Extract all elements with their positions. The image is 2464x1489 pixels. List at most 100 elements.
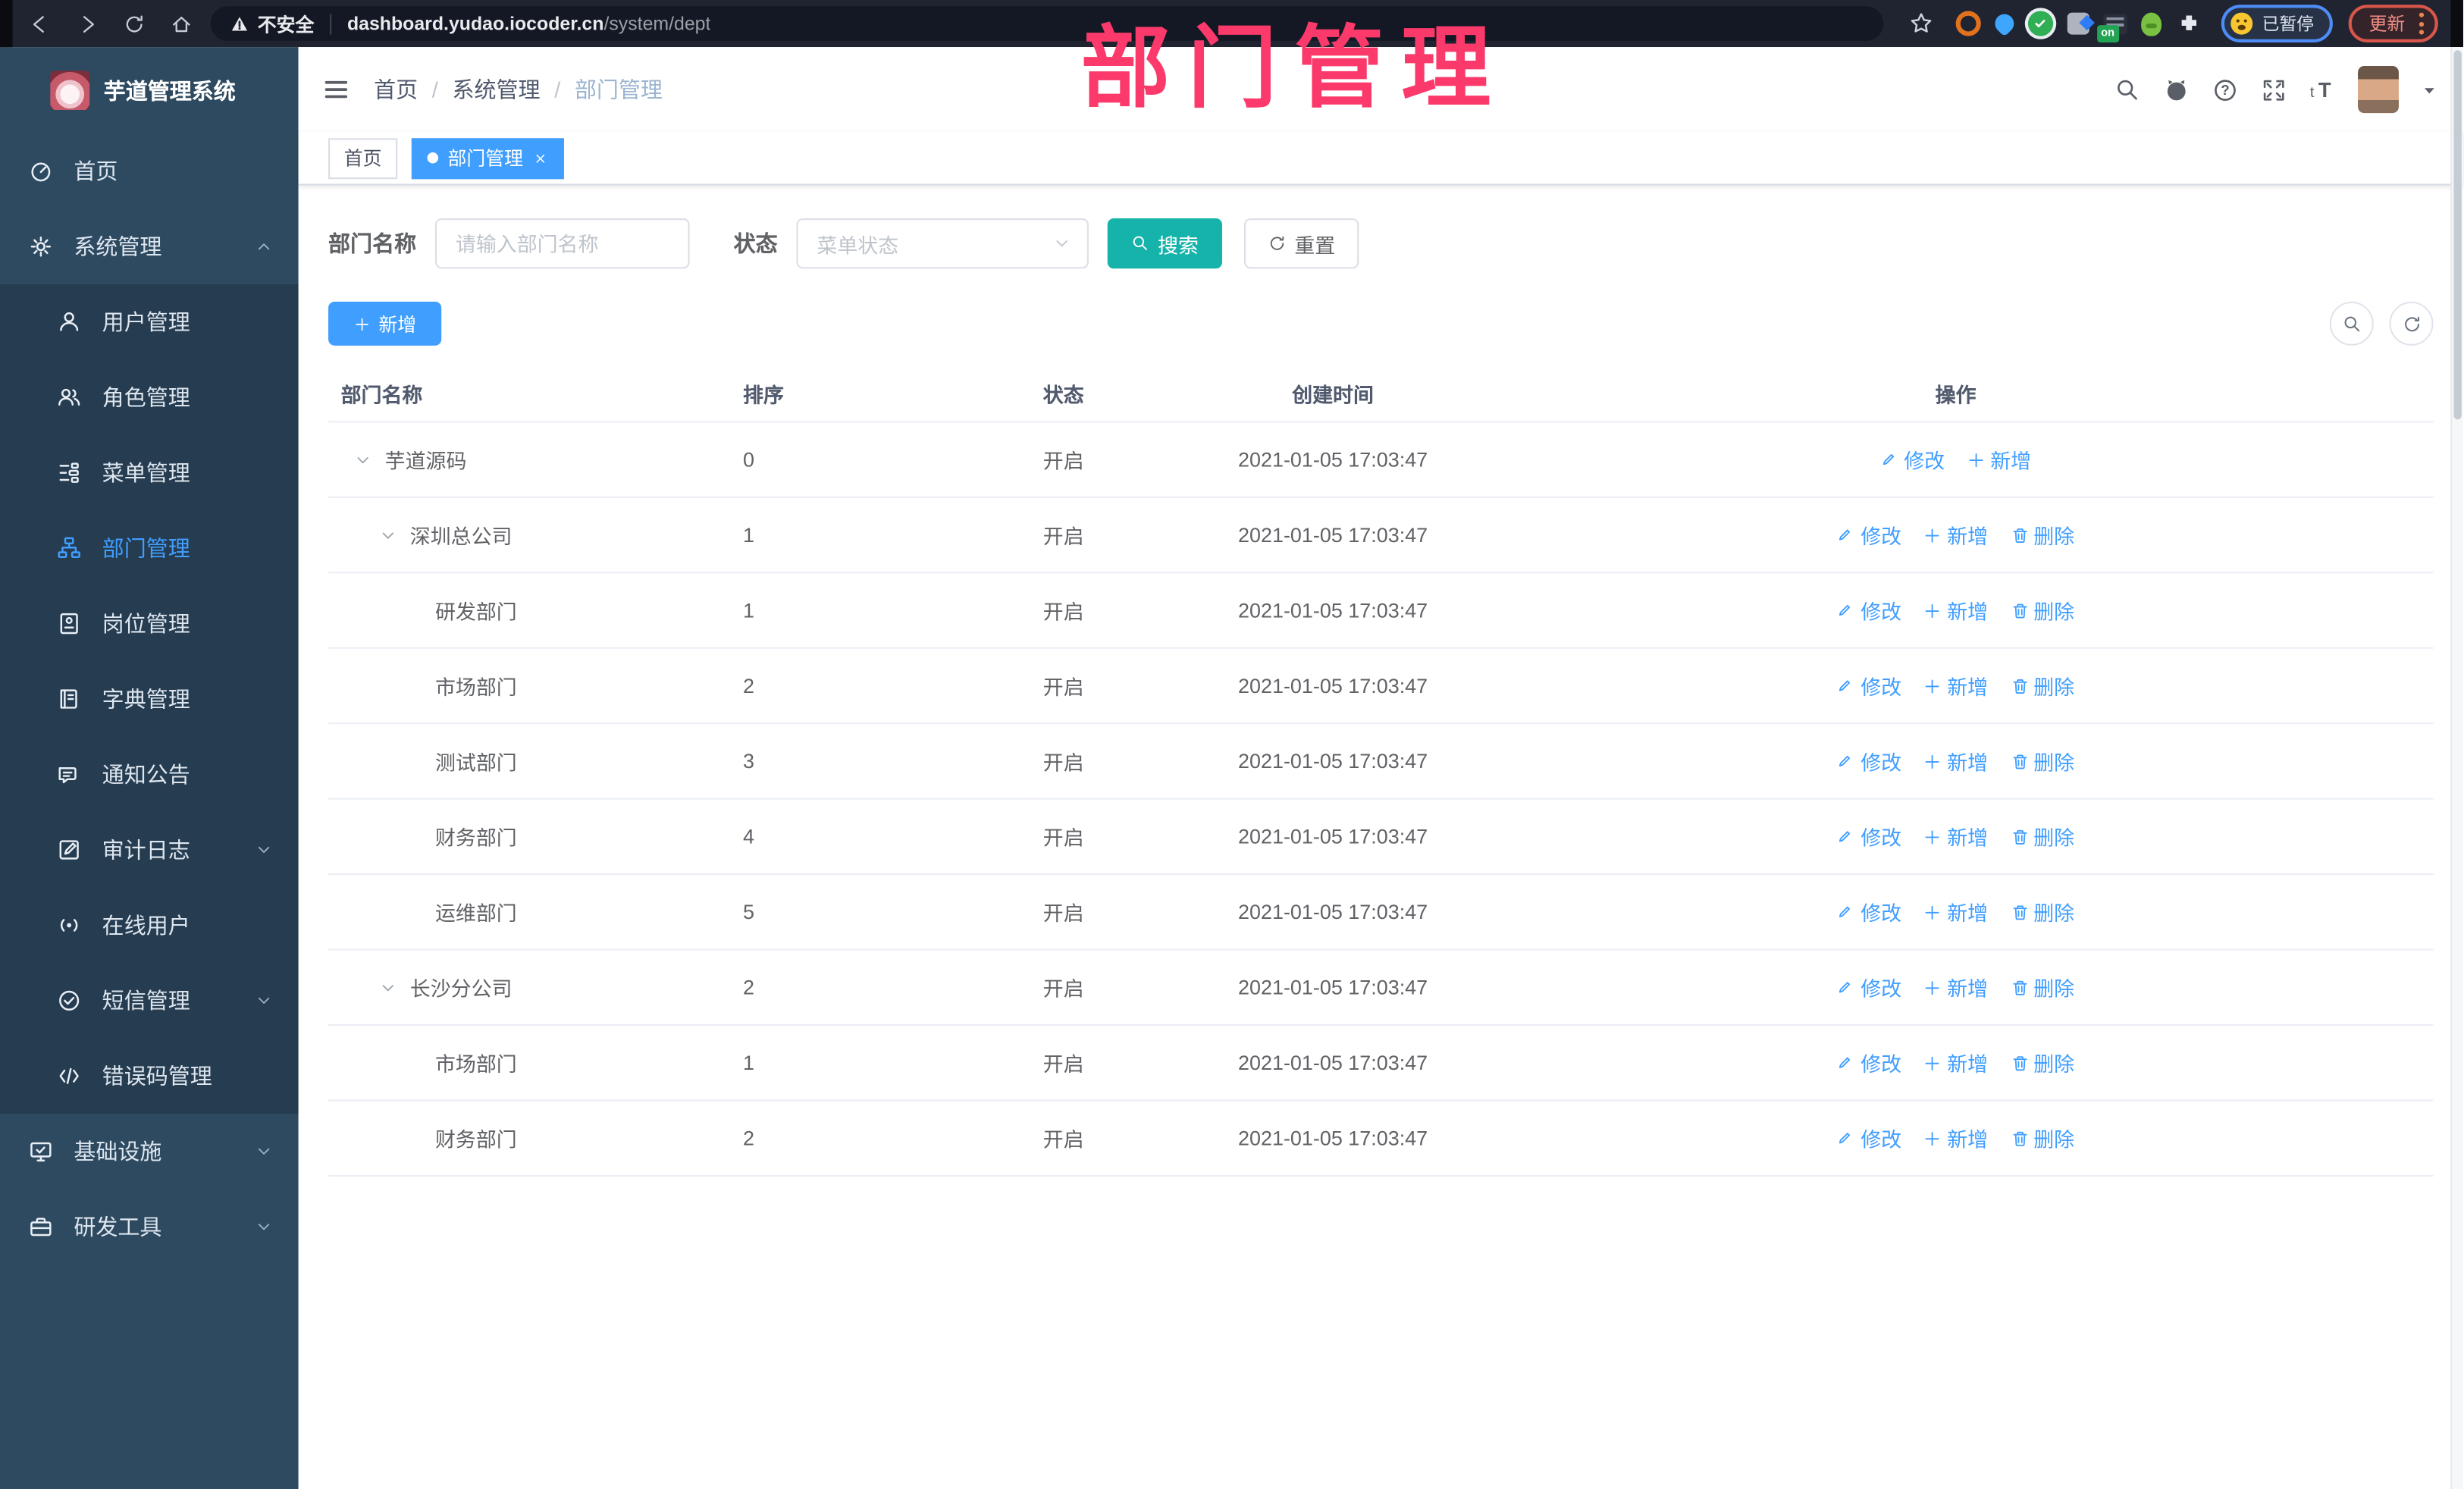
delete-action-link[interactable]: 删除: [2010, 822, 2074, 851]
sidebar-item-audit[interactable]: 审计日志: [0, 812, 299, 887]
kebab-menu-icon[interactable]: [2418, 12, 2424, 35]
delete-action-link[interactable]: 删除: [2010, 1123, 2074, 1152]
sidebar-item-post[interactable]: 岗位管理: [0, 586, 299, 661]
expand-chevron-icon[interactable]: [378, 524, 405, 546]
browser-extension-icon[interactable]: [1991, 10, 2018, 37]
browser-update-button[interactable]: 更新: [2348, 5, 2438, 42]
add-action-link[interactable]: 新增: [1923, 671, 1988, 701]
page-scrollbar[interactable]: [2450, 47, 2463, 1489]
add-action-link[interactable]: 新增: [1923, 1048, 1988, 1077]
refresh-table-button[interactable]: [2389, 301, 2434, 346]
sidebar-item-sms[interactable]: 短信管理: [0, 963, 299, 1038]
add-action-link[interactable]: 新增: [1923, 595, 1988, 625]
delete-action-link[interactable]: 删除: [2010, 897, 2074, 926]
delete-action-link[interactable]: 删除: [2010, 520, 2074, 550]
edit-action-link[interactable]: 修改: [1837, 1048, 1901, 1077]
edit-action-link[interactable]: 修改: [1837, 1123, 1901, 1152]
edit-action-link[interactable]: 修改: [1880, 444, 1945, 474]
home-icon[interactable]: [167, 9, 195, 37]
reset-button[interactable]: 重置: [1244, 218, 1359, 269]
sidebar-item-devtool[interactable]: 研发工具: [0, 1190, 299, 1265]
edit-action-link[interactable]: 修改: [1837, 897, 1901, 926]
edit-action-link[interactable]: 修改: [1837, 746, 1901, 776]
status-select[interactable]: 菜单状态: [796, 218, 1089, 269]
tab-部门管理[interactable]: 部门管理: [411, 137, 564, 179]
delete-action-link[interactable]: 删除: [2010, 746, 2074, 776]
app-logo: [50, 71, 90, 111]
sidebar-item-errcode[interactable]: 错误码管理: [0, 1039, 299, 1114]
delete-action-link[interactable]: 删除: [2010, 671, 2074, 701]
edit-action-link[interactable]: 修改: [1837, 671, 1901, 701]
dept-name-input[interactable]: [434, 218, 690, 269]
edit-action-link[interactable]: 修改: [1837, 973, 1901, 1002]
breadcrumb-item[interactable]: 首页: [374, 74, 418, 105]
security-warning[interactable]: 不安全: [230, 10, 314, 36]
sidebar-item-dept[interactable]: 部门管理: [0, 510, 299, 585]
browser-extension-icon[interactable]: [2176, 10, 2202, 36]
app-logo-row[interactable]: 芋道管理系统: [0, 47, 299, 133]
browser-extension-icon[interactable]: on: [2097, 13, 2127, 42]
add-action-link[interactable]: 新增: [1923, 1123, 1988, 1152]
add-action-link[interactable]: 新增: [1923, 746, 1988, 776]
bookmark-star-icon[interactable]: [1908, 11, 1933, 36]
edit-action-link[interactable]: 修改: [1837, 520, 1901, 550]
expand-chevron-icon[interactable]: [378, 976, 405, 998]
tab-首页[interactable]: 首页: [328, 137, 398, 179]
header-github-icon[interactable]: [2163, 76, 2190, 102]
sidebar-item-dict[interactable]: 字典管理: [0, 661, 299, 736]
search-button[interactable]: 搜索: [1107, 218, 1223, 269]
search-icon: [1131, 234, 1150, 253]
add-action-link[interactable]: 新增: [1923, 520, 1988, 550]
status-value: 开启: [1030, 874, 1188, 951]
sidebar-item-online[interactable]: 在线用户: [0, 888, 299, 963]
sidebar-item-home[interactable]: 首页: [0, 133, 299, 208]
browser-extension-icon[interactable]: [2067, 12, 2089, 35]
header-question-icon[interactable]: ?: [2212, 76, 2238, 102]
delete-action-link[interactable]: 删除: [2010, 973, 2074, 1002]
sidebar-item-system[interactable]: 系统管理: [0, 209, 299, 284]
header-search-icon[interactable]: [2114, 76, 2141, 102]
status-value: 开启: [1030, 949, 1188, 1027]
created-value: 2021-01-05 17:03:47: [1187, 1024, 1478, 1102]
browser-extension-icon[interactable]: [2027, 11, 2054, 36]
sidebar-item-label: 短信管理: [102, 988, 190, 1014]
add-button[interactable]: 新增: [328, 301, 442, 346]
breadcrumb-item[interactable]: 系统管理: [453, 74, 541, 105]
extension-on-badge: on: [2097, 24, 2119, 42]
add-action-link[interactable]: 新增: [1923, 897, 1988, 926]
svg-text:t: t: [2310, 83, 2315, 100]
close-icon[interactable]: [532, 150, 548, 166]
toggle-search-button[interactable]: [2329, 301, 2374, 346]
monitor-icon: [28, 1139, 53, 1164]
delete-action-link[interactable]: 删除: [2010, 595, 2074, 625]
hamburger-icon[interactable]: [322, 75, 350, 103]
delete-action-link[interactable]: 删除: [2010, 1048, 2074, 1077]
header-expand-icon[interactable]: [2261, 76, 2287, 102]
reload-icon[interactable]: [119, 9, 147, 37]
chevron-up-icon: [255, 237, 274, 256]
back-icon[interactable]: [25, 9, 53, 37]
scrollbar-thumb[interactable]: [2453, 50, 2462, 420]
add-action-link[interactable]: 新增: [1923, 822, 1988, 851]
add-action-link[interactable]: 新增: [1967, 444, 2031, 474]
sidebar-item-notice[interactable]: 通知公告: [0, 737, 299, 812]
sidebar-item-infra[interactable]: 基础设施: [0, 1114, 299, 1189]
caret-down-icon[interactable]: [2421, 81, 2438, 99]
sidebar-item-menu[interactable]: 菜单管理: [0, 435, 299, 510]
sidebar-item-user[interactable]: 用户管理: [0, 284, 299, 359]
browser-extension-icon[interactable]: [1955, 11, 1981, 36]
edit-action-link[interactable]: 修改: [1837, 595, 1901, 625]
user-avatar[interactable]: [2358, 66, 2399, 114]
add-action-link[interactable]: 新增: [1923, 973, 1988, 1002]
browser-extension-icon[interactable]: [2141, 11, 2162, 36]
forward-icon[interactable]: [72, 9, 100, 37]
header-fontsize-icon[interactable]: tT: [2309, 76, 2336, 102]
breadcrumb: 首页 / 系统管理 / 部门管理: [374, 74, 663, 105]
expand-chevron-icon[interactable]: [353, 449, 380, 471]
sidebar-item-role[interactable]: 角色管理: [0, 359, 299, 434]
extension-paused-badge[interactable]: 已暂停: [2221, 5, 2333, 42]
department-table: 部门名称 排序 状态 创建时间 操作 芋道源码 0 开启 2021-01-05 17:03:47…: [328, 364, 2434, 1177]
column-header: 状态: [1030, 364, 1188, 423]
edit-action-link[interactable]: 修改: [1837, 822, 1901, 851]
address-bar[interactable]: 不安全 dashboard.yudao.iocoder.cn/system/de…: [210, 6, 1884, 41]
